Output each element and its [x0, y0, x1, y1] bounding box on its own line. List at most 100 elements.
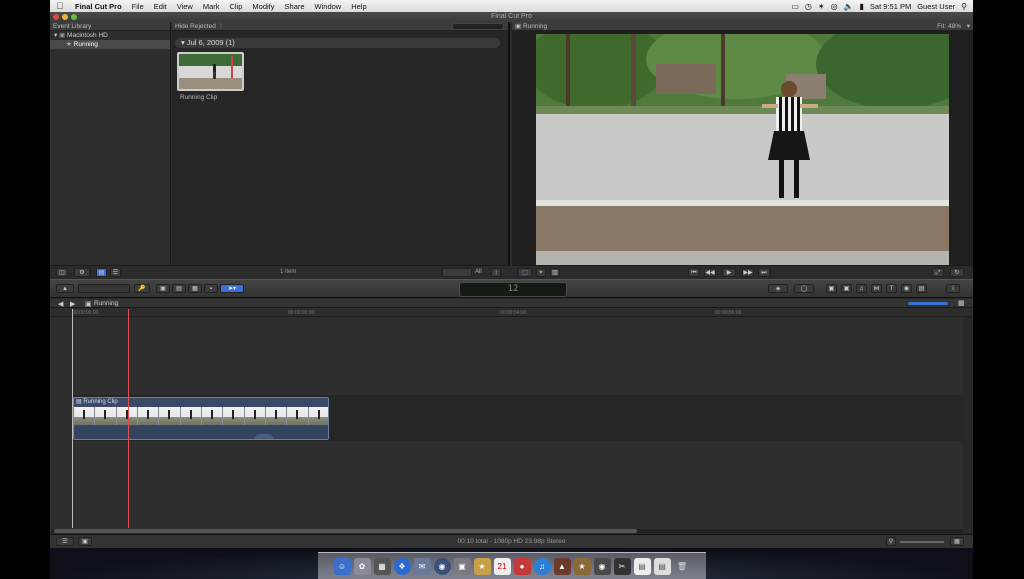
crop-button[interactable]: ⌖ [536, 268, 546, 277]
viewer-fit-zoom[interactable]: Fit: 48% [937, 22, 961, 31]
distort-button[interactable]: ▧ [550, 268, 560, 277]
keyword-button[interactable]: 🔑 [134, 284, 150, 293]
menu-modify[interactable]: Modify [247, 2, 279, 11]
play-button[interactable]: ▶ [722, 268, 736, 277]
mission-control-icon[interactable]: ▦ [373, 557, 391, 575]
clip-duration-popup[interactable]: All [475, 269, 482, 275]
action-gear-button[interactable]: ⚙ [74, 268, 90, 277]
final-cut-pro-icon[interactable]: ✂ [613, 557, 631, 575]
next-edit-button[interactable]: ⏭ [758, 268, 770, 277]
select-tool-button[interactable]: ➤▾ [220, 284, 244, 293]
viewer-video-frame[interactable] [536, 34, 949, 265]
previous-edit-button[interactable]: ⏮ [688, 268, 700, 277]
retime-button[interactable]: ◯ [794, 284, 814, 293]
timeline-horizontal-scrollbar[interactable] [52, 529, 963, 533]
timeline-zoom-track[interactable] [900, 541, 944, 543]
menu-file[interactable]: File [127, 2, 149, 11]
zoom-slider[interactable] [442, 268, 472, 277]
dashboard-timecode[interactable]: 12 [459, 282, 567, 297]
mail-icon[interactable]: ✉ [413, 557, 431, 575]
overwrite-clip-button[interactable]: ▪ [204, 284, 218, 293]
downloads-stack-icon[interactable]: ▤ [653, 557, 671, 575]
library-toggle-button[interactable]: ◫ [56, 268, 68, 277]
viewer-options-icon[interactable]: ▾ [967, 22, 970, 31]
disclosure-triangle-icon[interactable]: ▾ [54, 32, 57, 39]
trash-icon[interactable]: 🗑 [674, 558, 691, 575]
library-drive-item[interactable]: ▾ ▣ Macintosh HD [50, 31, 170, 40]
generators-browser-button[interactable]: ◉ [901, 284, 912, 293]
photo-browser-button[interactable]: ▣ [841, 284, 852, 293]
fast-forward-button[interactable]: ▶▶ [742, 268, 754, 277]
spotlight-icon[interactable]: ⚲ [961, 2, 967, 11]
connect-clip-button[interactable]: ▣ [156, 284, 170, 293]
app-menu[interactable]: Final Cut Pro [70, 2, 127, 11]
app-store-icon[interactable]: ◉ [593, 557, 611, 575]
itunes-icon[interactable]: ♫ [533, 557, 551, 575]
zoom-out-icon[interactable]: ⚲ [886, 537, 896, 546]
music-browser-button[interactable]: ♫ [856, 284, 867, 293]
menu-clip[interactable]: Clip [225, 2, 248, 11]
preview-icon[interactable]: ▣ [453, 557, 471, 575]
facetime-icon[interactable]: ◉ [433, 557, 451, 575]
menu-view[interactable]: View [172, 2, 198, 11]
contacts-icon[interactable]: ★ [473, 557, 491, 575]
time-machine-icon[interactable]: ◷ [805, 2, 812, 11]
browser-search-field[interactable] [452, 23, 504, 30]
filter-popup[interactable]: Hide Rejected [175, 23, 216, 30]
imovie-icon[interactable]: ★ [573, 557, 591, 575]
timeline-forward-icon[interactable]: ▶ [70, 300, 75, 308]
record-voiceover-button[interactable] [78, 284, 130, 293]
timeline-area[interactable]: ▤ Running Clip [50, 317, 963, 529]
transform-button[interactable]: ⬚ [518, 268, 532, 277]
volume-icon[interactable]: 🔈 [844, 2, 854, 11]
audio-meter-icon[interactable]: ▦ [958, 299, 965, 307]
battery-icon[interactable]: ▮ [860, 2, 864, 11]
wifi-icon[interactable]: ◎ [831, 2, 838, 11]
inspector-toggle-button[interactable]: ▣ [826, 284, 837, 293]
enhancements-button[interactable]: ◈ [768, 284, 788, 293]
photo-booth-icon[interactable]: ● [513, 557, 531, 575]
document-icon[interactable]: ▤ [633, 557, 651, 575]
menu-clock[interactable]: Sat 9:51 PM [870, 2, 911, 11]
calendar-icon[interactable]: 21 [493, 557, 511, 575]
user-menu[interactable]: Guest User [917, 2, 955, 11]
append-clip-button[interactable]: ▦ [188, 284, 202, 293]
date-group-header[interactable]: ▾ Jul 6, 2009 (1) [175, 38, 500, 48]
timeline-clip[interactable]: ▤ Running Clip [73, 397, 329, 440]
iphoto-icon[interactable]: ▲ [553, 557, 571, 575]
clip-appearance-button[interactable]: ↕ [491, 268, 501, 277]
menu-help[interactable]: Help [346, 2, 371, 11]
bluetooth-icon[interactable]: ✶ [818, 2, 825, 11]
list-view-button[interactable]: ☰ [110, 268, 121, 277]
filmstrip-view-button[interactable]: ▤ [96, 268, 107, 277]
rewind-button[interactable]: ◀◀ [704, 268, 716, 277]
themes-browser-button[interactable]: ▤ [916, 284, 927, 293]
apple-menu-icon[interactable]:  [50, 1, 70, 11]
menu-share[interactable]: Share [280, 2, 310, 11]
clip-appearance-toggle[interactable]: ▦ [950, 537, 964, 546]
menu-mark[interactable]: Mark [198, 2, 225, 11]
filter-chevron-icon[interactable]: ⋮ [218, 23, 225, 30]
playhead[interactable] [128, 309, 129, 528]
titles-browser-button[interactable]: T [886, 284, 897, 293]
timeline-ruler[interactable]: 00:00:00:00 00:00:02:00 00:00:04:00 00:0… [50, 308, 973, 317]
finder-icon[interactable]: ☺ [333, 557, 351, 575]
airplay-icon[interactable]: ▭ [791, 2, 799, 11]
fullscreen-button[interactable]: ⤢ [932, 268, 944, 277]
safari-icon[interactable]: ❖ [393, 557, 411, 575]
launchpad-icon[interactable]: ✿ [353, 557, 371, 575]
insert-clip-button[interactable]: ▤ [172, 284, 186, 293]
transitions-browser-button[interactable]: ⋈ [871, 284, 882, 293]
timeline-vertical-scrollbar[interactable] [963, 317, 973, 529]
menu-edit[interactable]: Edit [149, 2, 172, 11]
scrollbar-thumb[interactable] [54, 529, 637, 533]
timeline-back-icon[interactable]: ◀ [58, 300, 63, 308]
menu-window[interactable]: Window [310, 2, 347, 11]
event-item-running[interactable]: ★ Running [50, 40, 170, 49]
timeline-status-bar: ☰ ▣ 00:10 total - 1080p HD 23.98p Stereo… [50, 534, 973, 548]
loop-button[interactable]: ↻ [950, 268, 964, 277]
import-button[interactable]: ▲ [56, 284, 74, 293]
inspector-info-button[interactable]: i [946, 284, 960, 293]
timeline-zoom-slider[interactable] [908, 302, 948, 305]
clip-thumbnail[interactable] [177, 52, 244, 91]
